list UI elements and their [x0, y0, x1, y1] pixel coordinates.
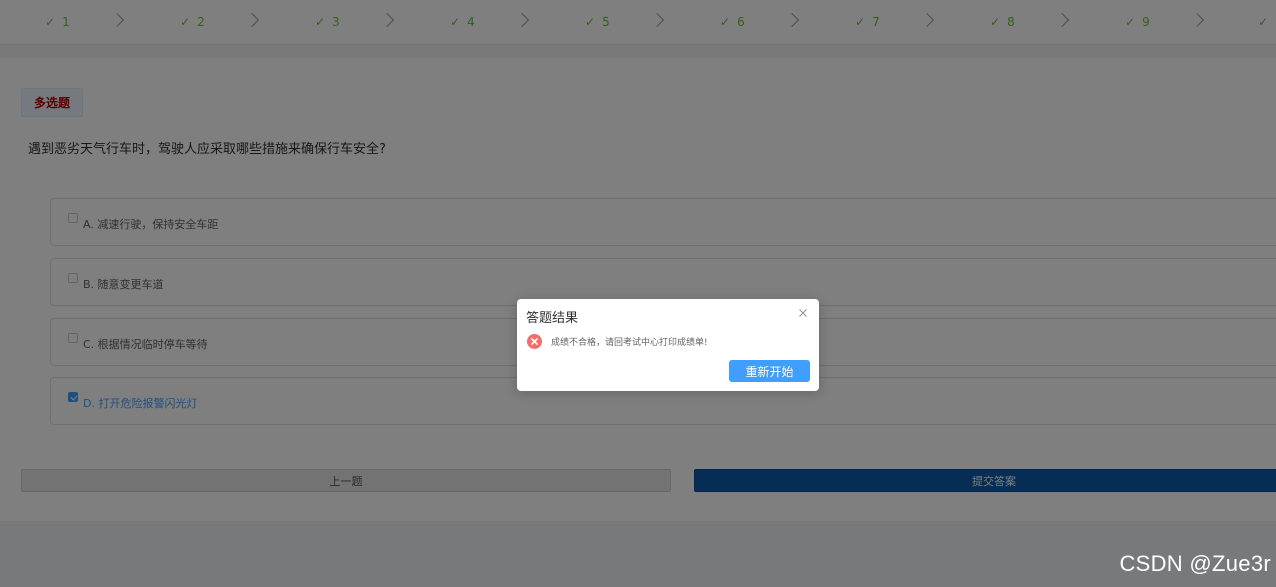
result-dialog: 答题结果 成绩不合格，请回考试中心打印成绩单! 重新开始 — [517, 299, 819, 391]
dialog-message: 成绩不合格，请回考试中心打印成绩单! — [551, 338, 708, 348]
dialog-message-row: 成绩不合格，请回考试中心打印成绩单! — [527, 334, 708, 349]
dialog-title: 答题结果 — [526, 311, 579, 326]
close-icon[interactable] — [797, 307, 809, 319]
watermark: CSDN @Zue3r — [1119, 551, 1271, 576]
error-icon — [527, 334, 542, 349]
restart-button[interactable]: 重新开始 — [729, 360, 810, 382]
modal-overlay[interactable] — [0, 0, 1276, 587]
